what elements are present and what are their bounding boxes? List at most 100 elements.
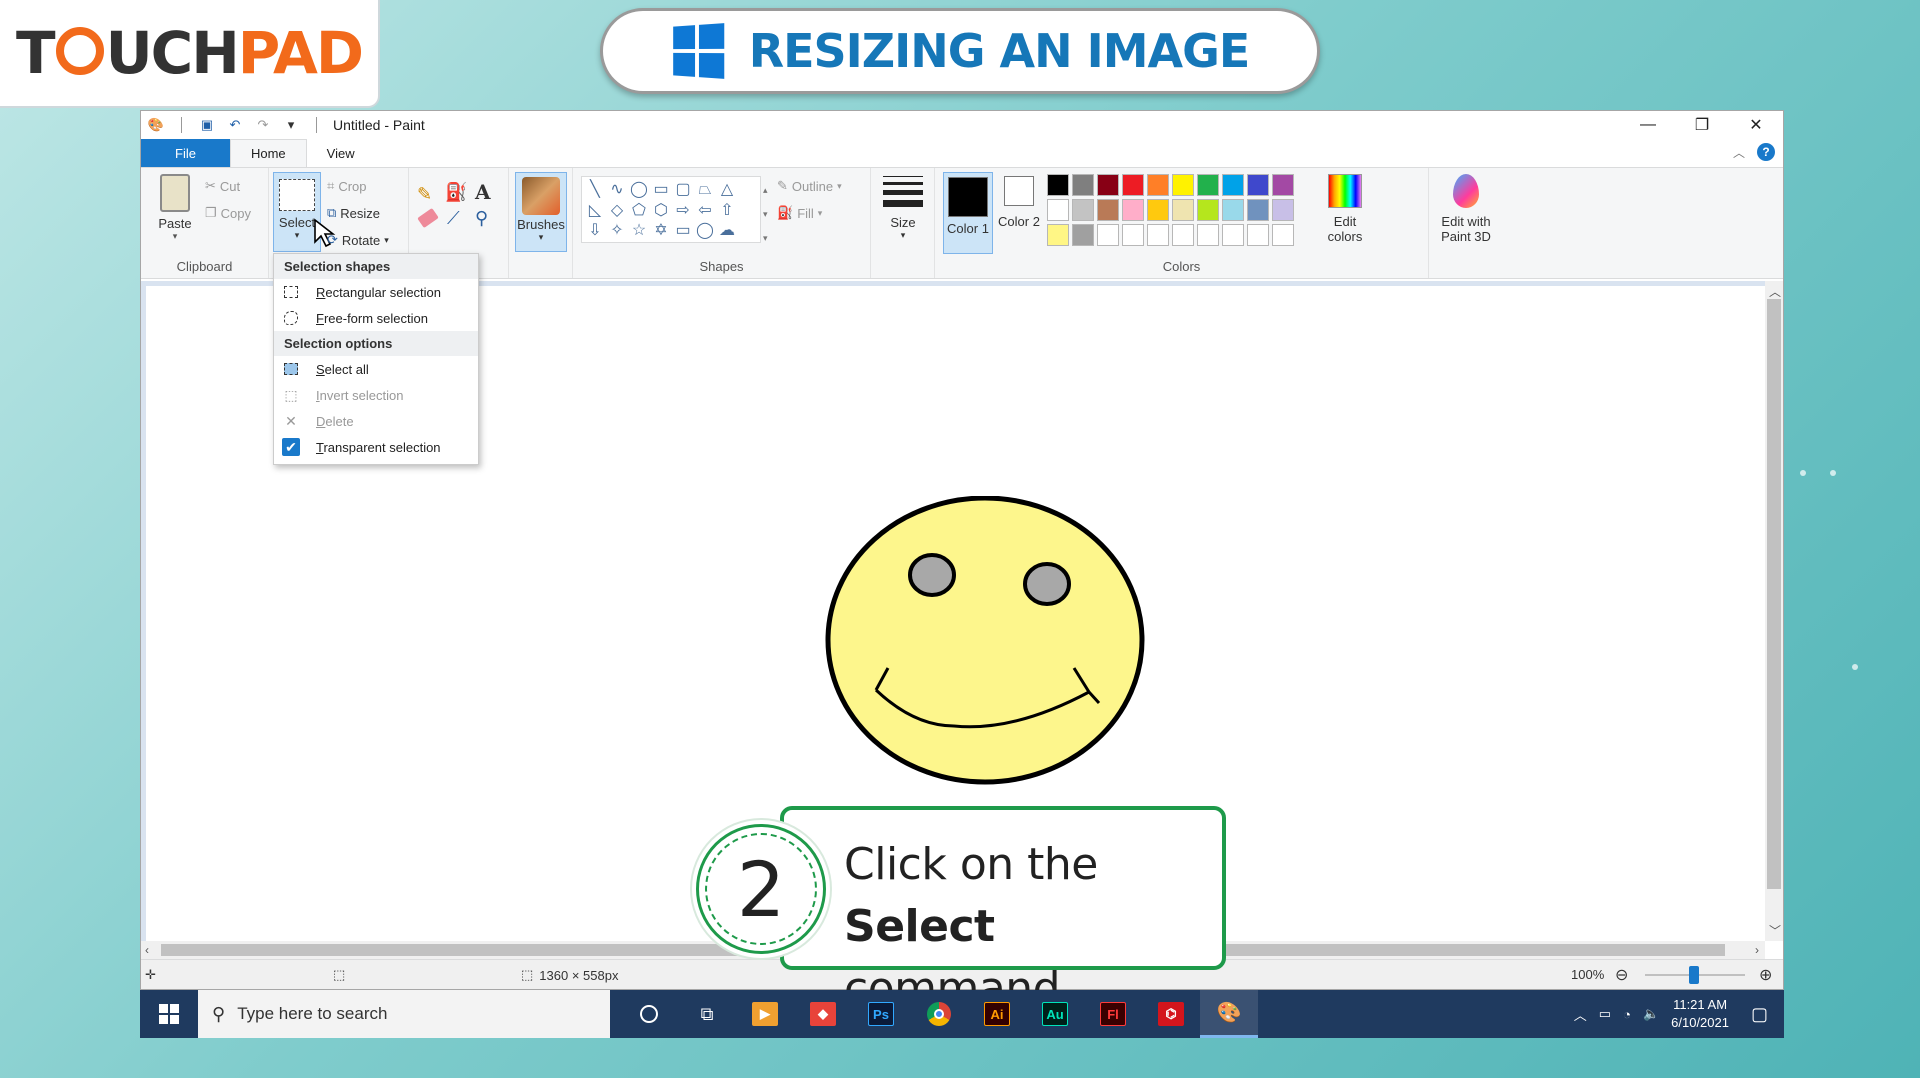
curve-shape-icon[interactable]: ∿ bbox=[606, 179, 628, 199]
color-swatch[interactable] bbox=[1247, 224, 1269, 246]
color-swatch[interactable] bbox=[1222, 174, 1244, 196]
polygon-shape-icon[interactable]: ⏢ bbox=[694, 180, 716, 200]
color-swatch[interactable] bbox=[1247, 174, 1269, 196]
pentagon-shape-icon[interactable]: ⬠ bbox=[628, 200, 650, 220]
cut-button[interactable]: ✂ Cut bbox=[205, 178, 240, 194]
color-swatch[interactable] bbox=[1047, 199, 1069, 221]
color-swatch[interactable] bbox=[1072, 224, 1094, 246]
edit-with-paint3d-button[interactable]: Edit with Paint 3D bbox=[1433, 174, 1499, 244]
color-swatch[interactable] bbox=[1047, 174, 1069, 196]
rotate-button[interactable]: ⟳ Rotate ▾ bbox=[327, 232, 389, 248]
color-swatch[interactable] bbox=[1072, 174, 1094, 196]
vertical-scrollbar[interactable]: ︿ ﹀ bbox=[1765, 281, 1783, 941]
zoom-slider-thumb[interactable] bbox=[1689, 966, 1699, 984]
customize-dropdown-icon[interactable]: ▾ bbox=[282, 117, 300, 133]
copy-button[interactable]: ❐ Copy bbox=[205, 205, 251, 221]
text-icon[interactable]: A bbox=[475, 180, 491, 204]
hexagon-shape-icon[interactable]: ⬡ bbox=[650, 200, 672, 220]
close-button[interactable]: ✕ bbox=[1729, 111, 1783, 139]
notifications-icon[interactable]: ▢ bbox=[1751, 1004, 1768, 1025]
down-arrow-shape-icon[interactable]: ⇩ bbox=[584, 220, 606, 240]
eraser-icon[interactable] bbox=[417, 207, 439, 229]
vertical-scroll-thumb[interactable] bbox=[1767, 299, 1781, 889]
clock[interactable]: 11:21 AM 6/10/2021 bbox=[1671, 996, 1729, 1032]
color-swatch[interactable] bbox=[1222, 224, 1244, 246]
left-arrow-shape-icon[interactable]: ⇦ bbox=[694, 200, 716, 220]
color-picker-icon[interactable]: ⟋ bbox=[447, 208, 460, 229]
color-swatch[interactable] bbox=[1072, 199, 1094, 221]
tab-view[interactable]: View bbox=[307, 139, 375, 167]
color-swatch[interactable] bbox=[1247, 199, 1269, 221]
color-swatch[interactable] bbox=[1272, 224, 1294, 246]
tab-home[interactable]: Home bbox=[229, 139, 307, 167]
color-swatch[interactable] bbox=[1197, 224, 1219, 246]
five-point-star-shape-icon[interactable]: ☆ bbox=[628, 220, 650, 240]
media-player-icon[interactable]: ▶ bbox=[736, 990, 794, 1038]
color-swatch[interactable] bbox=[1197, 199, 1219, 221]
paint-taskbar-icon[interactable]: 🎨 bbox=[1200, 990, 1258, 1038]
color-swatch[interactable] bbox=[1122, 174, 1144, 196]
rectangle-shape-icon[interactable]: ▭ bbox=[650, 179, 672, 199]
color-swatch[interactable] bbox=[1047, 224, 1069, 246]
right-arrow-shape-icon[interactable]: ⇨ bbox=[672, 200, 694, 220]
zoom-in-icon[interactable]: ⊕ bbox=[1759, 965, 1772, 985]
color-swatch[interactable] bbox=[1222, 199, 1244, 221]
photoshop-icon[interactable]: Ps bbox=[852, 990, 910, 1038]
zoom-out-icon[interactable]: ⊖ bbox=[1615, 965, 1628, 985]
flash-icon[interactable]: Fl bbox=[1084, 990, 1142, 1038]
rounded-callout-shape-icon[interactable]: ▭ bbox=[672, 220, 694, 240]
crop-button[interactable]: ⌗ Crop bbox=[327, 178, 367, 194]
rounded-rectangle-shape-icon[interactable]: ▢ bbox=[672, 179, 694, 199]
color-swatch[interactable] bbox=[1122, 224, 1144, 246]
paste-button[interactable]: Paste ▾ bbox=[153, 174, 197, 242]
scroll-down-icon[interactable]: ﹀ bbox=[1769, 922, 1781, 939]
shapes-scroll-icon[interactable]: ▴ ▾ ▾ bbox=[763, 178, 768, 250]
color-swatch[interactable] bbox=[1272, 199, 1294, 221]
color-swatch[interactable] bbox=[1197, 174, 1219, 196]
pencil-icon[interactable]: ✎ bbox=[417, 184, 432, 205]
taskbar-search-box[interactable]: ⚲ Type here to search bbox=[198, 990, 610, 1038]
triangle-shape-icon[interactable]: △ bbox=[716, 179, 738, 199]
acrobat-icon[interactable]: ⌬ bbox=[1142, 990, 1200, 1038]
diamond-shape-icon[interactable]: ◇ bbox=[606, 200, 628, 220]
color-swatch[interactable] bbox=[1147, 174, 1169, 196]
color-swatch[interactable] bbox=[1172, 174, 1194, 196]
oval-shape-icon[interactable]: ◯ bbox=[628, 179, 650, 199]
wifi-icon[interactable]: ◔ bbox=[1623, 1007, 1631, 1022]
cortana-icon[interactable] bbox=[620, 990, 678, 1038]
save-icon[interactable]: ▣ bbox=[198, 117, 216, 133]
fill-icon[interactable]: ⛽ bbox=[445, 182, 467, 203]
scroll-right-icon[interactable]: › bbox=[1755, 943, 1759, 957]
color-swatch[interactable] bbox=[1272, 174, 1294, 196]
resize-button[interactable]: ⧉ Resize bbox=[327, 205, 380, 221]
six-point-star-shape-icon[interactable]: ✡ bbox=[650, 220, 672, 240]
color-swatch[interactable] bbox=[1097, 174, 1119, 196]
color-swatch[interactable] bbox=[1147, 224, 1169, 246]
right-triangle-shape-icon[interactable]: ◺ bbox=[584, 200, 606, 220]
color-swatch[interactable] bbox=[1172, 199, 1194, 221]
start-button[interactable] bbox=[140, 990, 198, 1038]
tab-file[interactable]: File bbox=[141, 139, 230, 167]
collapse-ribbon-icon[interactable]: ︿ bbox=[1733, 144, 1745, 161]
transparent-selection-item[interactable]: ✔ Transparent selection bbox=[274, 434, 478, 460]
color-swatch[interactable] bbox=[1097, 199, 1119, 221]
illustrator-icon[interactable]: Ai bbox=[968, 990, 1026, 1038]
redo-icon[interactable]: ↷ bbox=[254, 117, 272, 133]
line-shape-icon[interactable]: ╲ bbox=[584, 179, 606, 199]
help-icon[interactable]: ? bbox=[1757, 143, 1775, 161]
color-swatch[interactable] bbox=[1122, 199, 1144, 221]
size-button[interactable]: Size ▾ bbox=[881, 176, 925, 241]
battery-icon[interactable]: ▭ bbox=[1599, 1006, 1611, 1022]
color-swatch[interactable] bbox=[1097, 224, 1119, 246]
outline-button[interactable]: ✎ Outline ▾ bbox=[777, 178, 842, 194]
anydesk-icon[interactable]: ◆ bbox=[794, 990, 852, 1038]
chrome-icon[interactable] bbox=[910, 990, 968, 1038]
minimize-button[interactable]: — bbox=[1621, 111, 1675, 139]
rectangular-selection-item[interactable]: Rectangular selection bbox=[274, 279, 478, 305]
brushes-button[interactable]: Brushes ▾ bbox=[515, 172, 567, 252]
four-point-star-shape-icon[interactable]: ✧ bbox=[606, 220, 628, 240]
scroll-up-icon[interactable]: ︿ bbox=[1769, 283, 1781, 300]
color-swatch[interactable] bbox=[1172, 224, 1194, 246]
freeform-selection-item[interactable]: Free-form selection bbox=[274, 305, 478, 331]
task-view-icon[interactable]: ⧉ bbox=[678, 990, 736, 1038]
